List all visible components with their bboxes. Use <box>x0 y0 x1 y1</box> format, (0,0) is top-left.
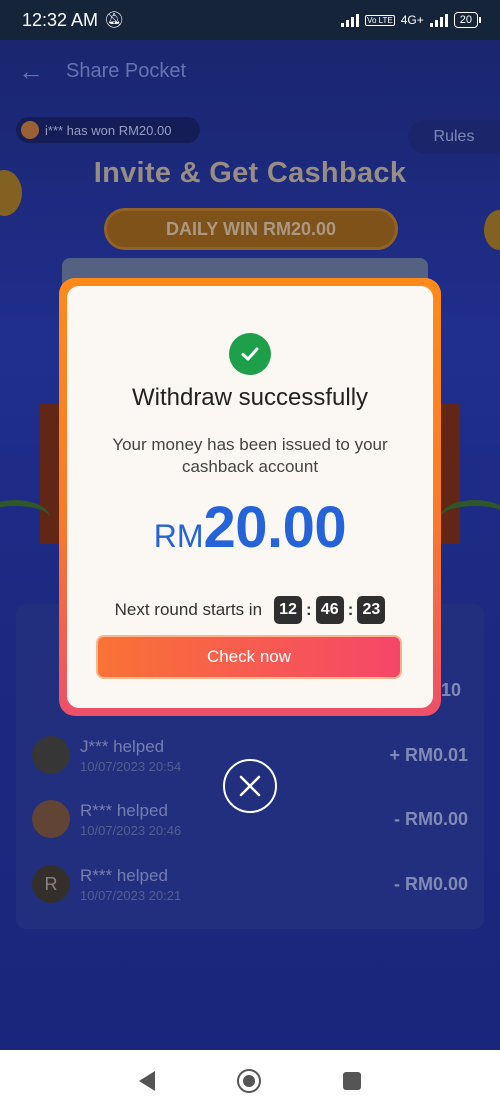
nav-recents-icon[interactable] <box>343 1071 361 1090</box>
countdown: Next round starts in 12 : 46 : 23 <box>67 596 433 624</box>
time-separator: : <box>306 600 312 619</box>
modal-title: Withdraw successfully <box>131 384 369 411</box>
close-button[interactable] <box>223 759 277 813</box>
nav-back-icon[interactable] <box>139 1070 155 1091</box>
time-separator: : <box>347 600 354 619</box>
close-icon <box>239 775 261 797</box>
amount-value: 20.00 <box>203 495 347 560</box>
status-time: 12:32 AM <box>22 9 99 30</box>
bell-off-icon: 🔕︎ <box>104 12 125 29</box>
volte-badge: Vo LTE <box>365 14 395 26</box>
checkmark-icon <box>229 333 271 375</box>
signal-icon <box>341 13 360 27</box>
countdown-minutes: 46 <box>315 596 344 624</box>
modal-body: Withdraw successfully Your money has bee… <box>67 286 433 708</box>
signal-icon <box>429 13 448 27</box>
status-icons: Vo LTE 4G+ 20 <box>341 12 482 28</box>
battery-icon: 20 <box>453 12 482 28</box>
navigation-bar <box>0 1050 500 1111</box>
countdown-label: Next round starts in <box>114 600 263 619</box>
nav-home-icon[interactable] <box>237 1068 261 1093</box>
amount-currency: RM <box>153 518 204 554</box>
withdraw-success-modal: Withdraw successfully Your money has bee… <box>59 278 441 716</box>
modal-message: Your money has been issued to your cashb… <box>112 435 388 476</box>
check-now-button[interactable]: Check now <box>96 635 402 679</box>
countdown-hours: 12 <box>274 596 303 624</box>
countdown-seconds: 23 <box>357 596 386 624</box>
network-type: 4G+ <box>400 13 424 27</box>
withdraw-amount: RM20.00 <box>67 494 433 561</box>
status-bar: 12:32 AM 🔕︎ Vo LTE 4G+ 20 <box>0 0 500 40</box>
